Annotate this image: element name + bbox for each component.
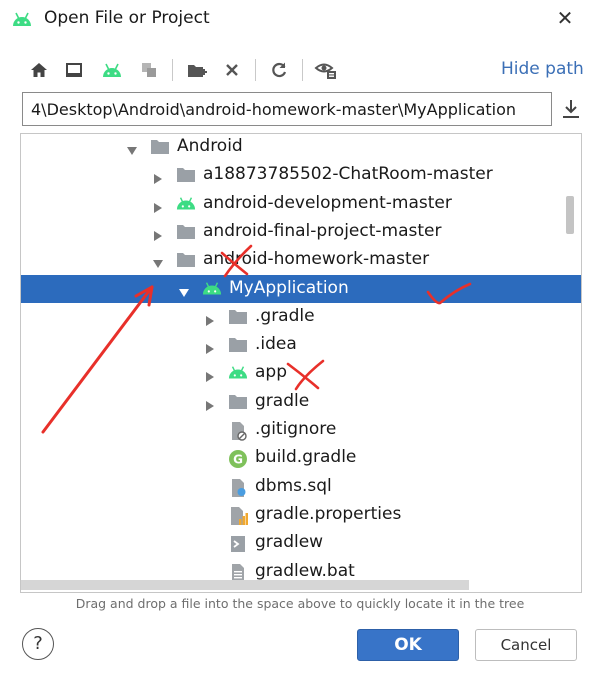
horizontal-scrollbar[interactable] [21, 580, 469, 590]
sql-file-icon [228, 478, 248, 497]
tree-node-myapplication[interactable]: MyApplication [21, 274, 581, 303]
android-icon [202, 280, 222, 298]
new-folder-icon[interactable] [185, 58, 209, 82]
tree-node-label: android-homework-master [203, 249, 430, 270]
tree-node-android[interactable]: Android [21, 134, 581, 161]
tree-node-label: android-development-master [203, 192, 452, 213]
tree-node-label: dbms.sql [255, 475, 332, 496]
desktop-icon[interactable] [62, 58, 86, 82]
tree-node-android-development-master[interactable]: android-development-master [21, 190, 581, 218]
tree-node-label: Android [177, 136, 243, 156]
path-input[interactable] [22, 92, 552, 126]
properties-file-icon [228, 506, 248, 525]
title-bar: Open File or Project ✕ [0, 0, 600, 40]
collapsed-arrow-icon[interactable] [204, 340, 216, 355]
tree-node-label: gradlew [255, 532, 324, 553]
hide-path-link[interactable]: Hide path [501, 59, 584, 79]
module-icon[interactable] [137, 58, 161, 82]
drag-drop-hint: Drag and drop a file into the space abov… [75, 596, 525, 611]
collapsed-arrow-icon[interactable] [152, 227, 164, 241]
android-icon [228, 364, 248, 382]
tree-node-build-gradle[interactable]: Gbuild.gradle [21, 444, 581, 472]
download-icon[interactable] [560, 97, 582, 121]
toolbar-separator [302, 59, 303, 81]
tree-node-gradle[interactable]: gradle [21, 388, 581, 416]
tree-node-android-final-project-master[interactable]: android-final-project-master [21, 218, 581, 246]
tree-node-label: gradle [255, 390, 310, 411]
folder-icon [228, 393, 248, 411]
tree-node-label: MyApplication [229, 277, 349, 298]
path-row [22, 92, 579, 126]
folder-icon [176, 251, 196, 269]
folder-icon [176, 166, 196, 184]
shell-file-icon [228, 534, 248, 553]
show-hidden-icon[interactable] [314, 58, 338, 82]
tree-node-gradlew[interactable]: gradlew [21, 529, 581, 557]
tree-node-a18873785502-chatroom-master[interactable]: a18873785502-ChatRoom-master [21, 161, 581, 189]
collapsed-arrow-icon[interactable] [204, 368, 216, 383]
collapsed-arrow-icon[interactable] [152, 170, 164, 185]
ok-button[interactable]: OK [357, 629, 459, 661]
tree-node-label: app [255, 362, 287, 383]
tree-node-label: build.gradle [255, 447, 357, 468]
text-file-icon [228, 563, 248, 582]
svg-text:G: G [233, 453, 243, 467]
file-tree[interactable]: Android a18873785502-ChatRoom-master andro… [20, 133, 582, 593]
android-icon [176, 195, 196, 213]
close-icon[interactable]: ✕ [553, 6, 577, 30]
expanded-arrow-icon[interactable] [126, 142, 138, 155]
tree-node-idea[interactable]: .idea [21, 331, 581, 359]
ignored-file-icon [228, 421, 248, 441]
tree-node-app[interactable]: app [21, 359, 581, 387]
tree-node-gradle[interactable]: .gradle [21, 303, 581, 331]
help-button[interactable]: ? [22, 628, 54, 660]
tree-node-label: gradlew.bat [255, 560, 355, 581]
expanded-arrow-icon[interactable] [178, 284, 190, 297]
folder-icon [228, 308, 248, 326]
toolbar-separator [255, 59, 256, 81]
tree-node-label: .gradle [255, 305, 315, 326]
cancel-button[interactable]: Cancel [475, 629, 577, 661]
android-icon [13, 12, 31, 26]
folder-icon [228, 336, 248, 354]
tree-node-gitignore[interactable]: .gitignore [21, 416, 581, 444]
android-project-icon[interactable] [100, 58, 124, 82]
tree-node-label: a18873785502-ChatRoom-master [203, 164, 493, 185]
gradle-file-icon: G [228, 449, 248, 469]
refresh-icon[interactable] [267, 58, 291, 82]
tree-node-dbms-sql[interactable]: dbms.sql [21, 473, 581, 501]
delete-icon[interactable] [220, 58, 244, 82]
folder-icon [176, 223, 196, 241]
vertical-scrollbar[interactable] [566, 196, 574, 234]
folder-icon [150, 138, 170, 156]
collapsed-arrow-icon[interactable] [204, 397, 216, 411]
tree-node-gradle-properties[interactable]: gradle.properties [21, 501, 581, 529]
expanded-arrow-icon[interactable] [152, 255, 164, 269]
tree-node-label: android-final-project-master [203, 220, 442, 241]
collapsed-arrow-icon[interactable] [152, 199, 164, 213]
toolbar-separator [172, 59, 173, 81]
home-icon[interactable] [27, 58, 51, 82]
collapsed-arrow-icon[interactable] [204, 312, 216, 326]
tree-node-label: .gitignore [255, 419, 337, 439]
tree-node-label: gradle.properties [255, 503, 402, 524]
tree-node-label: .idea [255, 334, 297, 355]
dialog-title: Open File or Project [44, 8, 210, 28]
tree-node-android-homework-master[interactable]: android-homework-master [21, 246, 581, 274]
